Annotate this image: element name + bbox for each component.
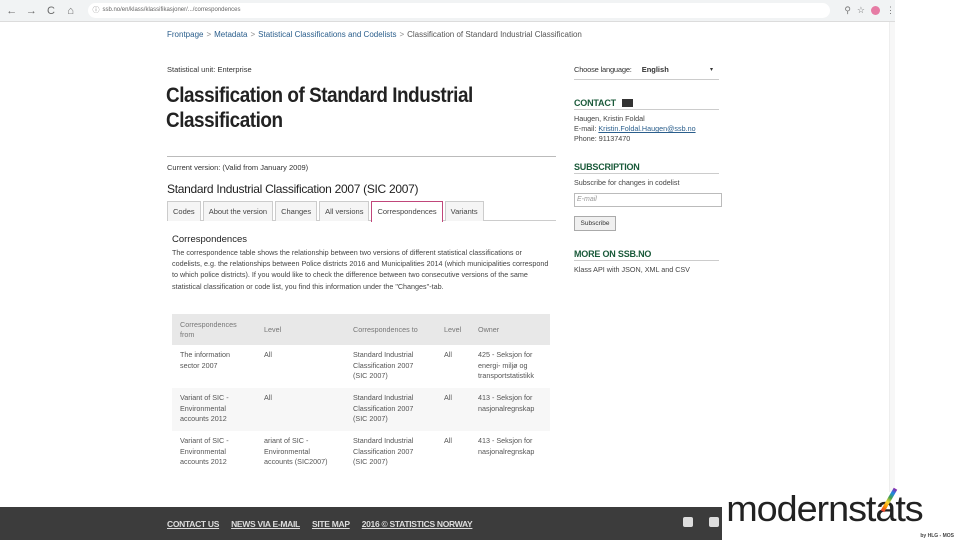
footer-link-sitemap[interactable]: SITE MAP [312,519,350,529]
version-title: Standard Industrial Classification 2007 … [167,182,419,196]
table-header-row: Correspondences from Level Correspondenc… [172,314,550,345]
cell-owner: 425 - Seksjon for energi- miljø og trans… [478,350,534,380]
cell-level: All [436,388,470,431]
table-row[interactable]: Variant of SIC - Environmental accounts … [172,431,550,474]
tab-changes[interactable]: Changes [275,201,318,221]
forward-arrow-icon[interactable]: → [24,3,40,19]
profile-avatar-icon[interactable] [870,6,880,15]
star-icon[interactable]: ☆ [857,5,865,16]
table-row[interactable]: Variant of SIC - Environmental accounts … [172,388,550,431]
language-select[interactable]: English [642,65,710,74]
statistical-unit: Statistical unit: Enterprise [167,65,252,74]
breadcrumb-link-metadata[interactable]: Metadata [214,30,247,39]
language-label: Choose language: [574,65,632,74]
contact-email-row: E-mail: Kristin.Foldal.Haugen@ssb.no [574,124,719,134]
cell-to[interactable]: Standard Industrial Classification 2007 … [345,345,436,388]
subscription-text: Subscribe for changes in codelist [574,178,680,187]
correspondences-description: The correspondence table shows the relat… [172,248,549,291]
breadcrumb-link-frontpage[interactable]: Frontpage [167,30,203,39]
correspondences-heading: Correspondences [172,234,247,245]
logo-byline: by HLG - MOS [920,533,954,539]
contact-email-link[interactable]: Kristin.Foldal.Haugen@ssb.no [598,124,695,133]
api-link[interactable]: Klass API with JSON, XML and CSV [574,265,719,275]
cell-to[interactable]: Standard Industrial Classification 2007 … [345,388,436,431]
contact-phone: Phone: 91137470 [574,134,631,143]
modernstats-logo: modernstats by HLG - MOS [722,487,960,540]
contact-heading: CONTACT [574,96,719,110]
column-header: Level [436,314,470,345]
statistical-unit-label: Statistical unit: [167,65,216,74]
tab-about-the-version[interactable]: About the version [202,201,274,221]
footer-link-news[interactable]: NEWS VIA E-MAIL [231,519,300,529]
cell-owner: 413 - Seksjon for nasjonalregnskap [470,388,550,431]
breadcrumb-separator: > [250,30,256,39]
contact-email-label: E-mail: [574,124,597,133]
footer-link-contact[interactable]: CONTACT US [167,519,219,529]
rss-icon[interactable] [709,517,719,527]
page-title: Classification of Standard Industrial Cl… [166,84,473,132]
column-header: Owner [470,314,550,345]
email-field[interactable]: E-mail [574,193,722,207]
chevron-down-icon[interactable]: ▾ [710,66,713,73]
home-icon[interactable]: ⌂ [63,3,79,19]
url-text: ssb.no/en/klass/klassifikasjoner/.../cor… [102,7,241,13]
cell-owner: 413 - Seksjon for nasjonalregnskap [478,436,535,456]
tab-variants[interactable]: Variants [444,201,484,221]
menu-icon[interactable]: ⋮ [886,5,895,16]
contact-info: Haugen, Kristin Foldal E-mail: Kristin.F… [574,114,719,144]
contact-heading-text: CONTACT [574,97,616,108]
correspondences-table: Correspondences from Level Correspondenc… [172,314,550,474]
sidebar: Choose language: English ▾ CONTACT Hauge… [574,60,722,275]
reload-icon[interactable]: C [43,3,59,19]
info-icon: ⓘ [92,7,100,14]
subscription-heading: SUBSCRIPTION [574,160,719,174]
divider [167,156,556,157]
envelope-icon [621,98,633,107]
logo-wordmark: modernstats [726,488,923,529]
contact-name: Haugen, Kristin Foldal [574,114,645,123]
tab-all-versions[interactable]: All versions [319,201,370,221]
table-row[interactable]: The information sector 2007 All Standard… [172,345,550,388]
scrollbar[interactable] [889,22,895,507]
footer-links: CONTACT US NEWS VIA E-MAIL SITE MAP 2016… [167,519,484,529]
address-bar[interactable]: ⓘ ssb.no/en/klass/klassifikasjoner/.../c… [88,3,831,18]
tab-codes[interactable]: Codes [167,201,201,221]
browser-toolbar: ← → C ⌂ ⓘ ssb.no/en/klass/klassifikasjon… [0,0,895,22]
cell-from[interactable]: Variant of SIC - Environmental accounts … [172,388,256,431]
cell-level: ariant of SIC - Environmental accounts (… [264,436,328,466]
current-version: Current version: (Valid from January 200… [167,163,309,172]
breadcrumb-separator: > [399,30,405,39]
column-header: Level [256,314,345,345]
column-header: Correspondences from [172,314,256,345]
subscribe-button[interactable]: Subscribe [574,216,616,231]
cell-level: All [264,350,272,359]
cell-level: All [444,436,452,445]
cell-level: All [256,388,345,431]
more-on-ssb-heading: MORE ON SSB.NO [574,247,719,261]
cell-to[interactable]: Standard Industrial Classification 2007 … [345,431,436,474]
breadcrumb-separator: > [206,30,212,39]
twitter-icon[interactable] [683,517,693,527]
back-arrow-icon[interactable]: ← [4,3,20,19]
tab-bar: Codes About the version Changes All vers… [167,201,556,222]
cell-level: All [444,350,452,359]
breadcrumb-current: Classification of Standard Industrial Cl… [407,30,582,39]
cell-from[interactable]: The information sector 2007 [172,345,256,388]
statistical-unit-value: Enterprise [217,65,252,74]
breadcrumb: Frontpage > Metadata > Statistical Classific… [167,30,582,39]
cell-from[interactable]: Variant of SIC - Environmental accounts … [172,431,256,474]
breadcrumb-link-classifications[interactable]: Statistical Classifications and Codelist… [258,30,396,39]
language-selector[interactable]: Choose language: English ▾ [574,60,719,80]
footer-copyright[interactable]: 2016 © STATISTICS NORWAY [362,519,473,529]
column-header: Correspondences to [345,314,436,345]
tab-correspondences[interactable]: Correspondences [371,201,443,222]
zoom-icon[interactable]: ⚲ [844,5,851,16]
